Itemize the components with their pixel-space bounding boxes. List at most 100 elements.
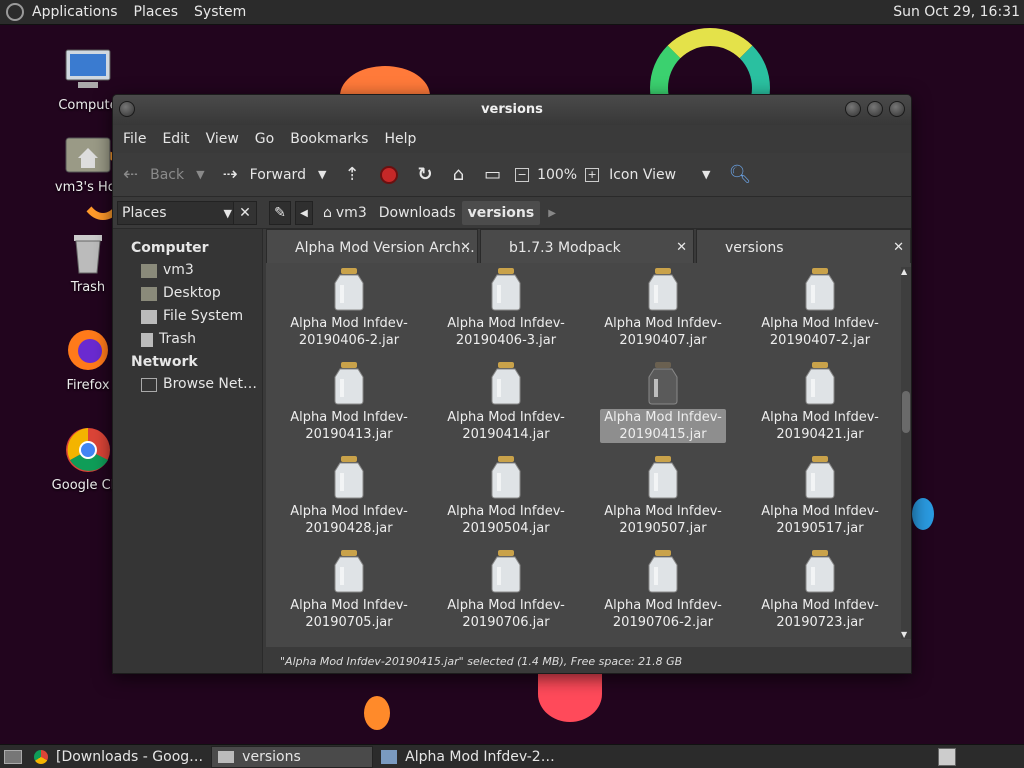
window-titlebar[interactable]: versions: [113, 95, 911, 125]
location-bar: Places ▼ ✕ ✎ ◀ ⌂ vm3 Downloads versions ▶: [113, 197, 911, 229]
search-button[interactable]: 🔍︎: [711, 159, 762, 191]
file-item[interactable]: Alpha Mod Infdev- 20190706-2.jar: [593, 549, 733, 631]
zoom-in-button[interactable]: +: [581, 159, 603, 191]
back-label: Back: [150, 166, 185, 183]
file-item[interactable]: Alpha Mod Infdev- 20190705.jar: [279, 549, 419, 631]
file-name: Alpha Mod Infdev- 20190406-3.jar: [447, 316, 565, 348]
sidebar-item-browse-network[interactable]: Browse Net…: [113, 373, 262, 396]
file-item[interactable]: Alpha Mod Infdev- 20190428.jar: [279, 455, 419, 537]
gnome-logo-icon[interactable]: [6, 3, 24, 21]
file-item[interactable]: Alpha Mod Infdev- 20190517.jar: [750, 455, 890, 537]
menu-system[interactable]: System: [186, 4, 254, 20]
file-item[interactable]: Alpha Mod Infdev- 20190415.jar: [593, 361, 733, 443]
forward-history-dropdown-icon[interactable]: ▼: [318, 168, 326, 181]
file-item[interactable]: Alpha Mod Infdev- 20190407-2.jar: [750, 267, 890, 349]
up-button[interactable]: ⇡: [334, 159, 369, 191]
vertical-scrollbar[interactable]: ▲ ▼: [901, 267, 911, 639]
edit-location-button[interactable]: ✎: [269, 201, 291, 225]
scroll-down-icon[interactable]: ▼: [901, 630, 907, 639]
file-item[interactable]: Alpha Mod Infdev- 20190413.jar: [279, 361, 419, 443]
search-icon: 🔍︎: [728, 164, 752, 185]
file-name: Alpha Mod Infdev- 20190706.jar: [447, 598, 565, 630]
sidebar-item-desktop[interactable]: Desktop: [113, 282, 262, 305]
file-item[interactable]: Alpha Mod Infdev- 20190504.jar: [436, 455, 576, 537]
forward-button[interactable]: ⇢ Forward: [213, 159, 310, 191]
menu-view[interactable]: View: [198, 131, 247, 147]
menu-applications[interactable]: Applications: [24, 4, 126, 20]
sidebar-item-vm3[interactable]: vm3: [113, 259, 262, 282]
file-name: Alpha Mod Infdev- 20190414.jar: [447, 410, 565, 442]
menu-places[interactable]: Places: [126, 4, 187, 20]
taskbar-item-chrome[interactable]: [Downloads - Goog…: [28, 746, 209, 768]
jar-file-icon: [802, 361, 838, 405]
menu-help[interactable]: Help: [376, 131, 424, 147]
jar-file-icon: [645, 455, 681, 499]
menu-bookmarks[interactable]: Bookmarks: [282, 131, 376, 147]
breadcrumb: ✎ ◀ ⌂ vm3 Downloads versions ▶: [269, 201, 556, 225]
zoom-out-button[interactable]: −: [511, 159, 533, 191]
sidebar-item-trash[interactable]: Trash: [113, 328, 262, 351]
close-tab-icon[interactable]: ✕: [460, 230, 471, 266]
menu-file[interactable]: File: [115, 131, 154, 147]
jar-file-icon: [645, 361, 681, 405]
maximize-button[interactable]: [867, 101, 883, 117]
file-item[interactable]: Alpha Mod Infdev- 20190723.jar: [750, 549, 890, 631]
computer-icon: [64, 46, 112, 94]
close-sidebar-button[interactable]: ✕: [233, 201, 257, 225]
computer-button[interactable]: ▭: [474, 159, 511, 191]
home-folder-icon: [64, 128, 112, 176]
back-button[interactable]: ⇠ Back: [113, 159, 188, 191]
tab-alpha-mod-version-archive[interactable]: Alpha Mod Version Arch… ✕: [266, 229, 478, 263]
scroll-up-icon[interactable]: ▲: [901, 267, 907, 276]
breadcrumb-vm3[interactable]: ⌂ vm3: [317, 201, 373, 225]
file-item[interactable]: Alpha Mod Infdev- 20190406-3.jar: [436, 267, 576, 349]
workspace-switcher[interactable]: [938, 748, 956, 766]
minimize-button[interactable]: [845, 101, 861, 117]
jar-file-icon: [488, 455, 524, 499]
show-desktop-button[interactable]: [4, 749, 22, 764]
window-title: versions: [481, 102, 543, 117]
menu-edit[interactable]: Edit: [154, 131, 197, 147]
view-mode-select[interactable]: Icon View ▼: [609, 167, 710, 183]
breadcrumb-versions[interactable]: versions: [461, 201, 541, 225]
close-window-button[interactable]: [889, 101, 905, 117]
bottom-panel: [Downloads - Goog… versions Alpha Mod In…: [0, 744, 1024, 768]
back-history-dropdown-icon[interactable]: ▼: [196, 168, 204, 181]
breadcrumb-downloads[interactable]: Downloads: [372, 201, 462, 225]
file-name: Alpha Mod Infdev- 20190504.jar: [447, 504, 565, 536]
file-item[interactable]: Alpha Mod Infdev- 20190507.jar: [593, 455, 733, 537]
file-name: Alpha Mod Infdev- 20190413.jar: [290, 410, 408, 442]
up-arrow-icon: ⇡: [344, 164, 360, 185]
menu-go[interactable]: Go: [247, 131, 282, 147]
breadcrumb-left-button[interactable]: ◀: [295, 201, 313, 225]
file-name: Alpha Mod Infdev- 20190517.jar: [761, 504, 879, 536]
chevron-right-icon[interactable]: ▶: [548, 208, 556, 219]
jar-file-icon: [488, 361, 524, 405]
close-tab-icon[interactable]: ✕: [676, 230, 687, 266]
tab-b173-modpack[interactable]: b1.7.3 Modpack ✕: [480, 229, 694, 263]
stop-button[interactable]: [370, 159, 408, 191]
file-name: Alpha Mod Infdev- 20190428.jar: [290, 504, 408, 536]
forward-label: Forward: [249, 166, 306, 183]
scrollbar-thumb[interactable]: [902, 391, 910, 433]
file-name: Alpha Mod Infdev- 20190507.jar: [604, 504, 722, 536]
jar-file-icon: [802, 455, 838, 499]
file-item[interactable]: Alpha Mod Infdev- 20190706.jar: [436, 549, 576, 631]
file-item[interactable]: Alpha Mod Infdev- 20190414.jar: [436, 361, 576, 443]
network-icon: [141, 377, 157, 392]
file-view: Alpha Mod Version Arch… ✕ b1.7.3 Modpack…: [266, 229, 911, 673]
file-item[interactable]: Alpha Mod Infdev- 20190407.jar: [593, 267, 733, 349]
jar-file-icon: [645, 549, 681, 593]
sidebar-selector-label: Places: [122, 205, 167, 221]
tab-versions[interactable]: versions ✕: [696, 229, 911, 263]
close-tab-icon[interactable]: ✕: [893, 230, 904, 266]
taskbar-item-versions[interactable]: versions: [211, 745, 374, 768]
reload-button[interactable]: ↻: [408, 159, 443, 191]
clock[interactable]: Sun Oct 29, 16:31: [893, 4, 1020, 20]
file-item[interactable]: Alpha Mod Infdev- 20190406-2.jar: [279, 267, 419, 349]
file-item[interactable]: Alpha Mod Infdev- 20190421.jar: [750, 361, 890, 443]
home-button[interactable]: ⌂: [443, 159, 474, 191]
window-menu-button[interactable]: [119, 101, 135, 117]
taskbar-item-archive-manager[interactable]: Alpha Mod Infdev-2…: [375, 746, 561, 768]
sidebar-item-file-system[interactable]: File System: [113, 305, 262, 328]
